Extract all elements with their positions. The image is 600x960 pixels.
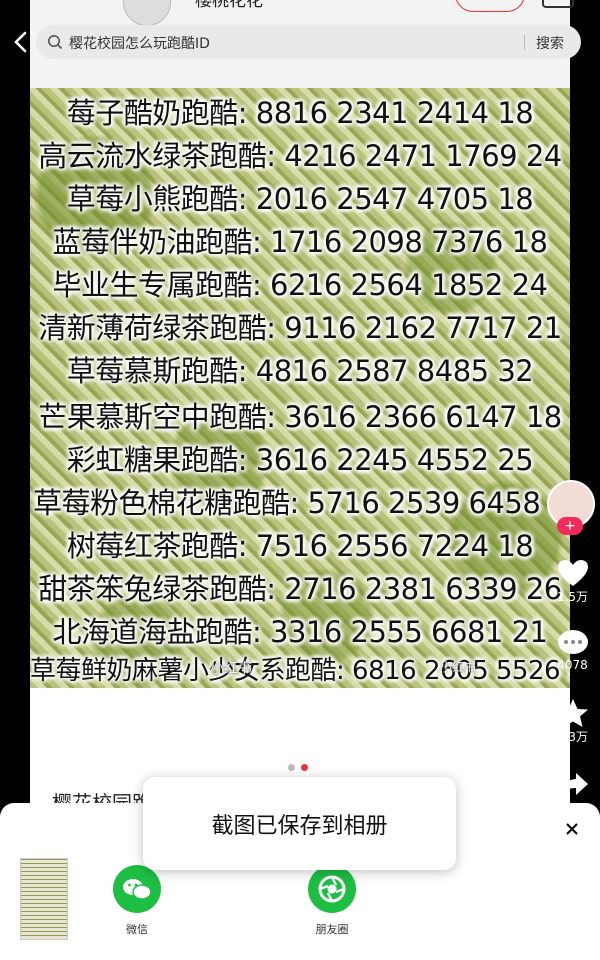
search-icon xyxy=(48,35,63,50)
code-line: 蓝莓伴奶油跑酷: 1716 2098 7376 18 xyxy=(52,225,548,259)
search-bar[interactable]: 樱花校园怎么玩跑酷ID 搜索 xyxy=(36,25,581,59)
code-line: 草莓小熊跑酷: 2016 2547 4705 18 xyxy=(66,182,534,216)
code-line: 莓子酷奶跑酷: 8816 2341 2414 18 xyxy=(66,96,534,130)
search-divider xyxy=(524,35,525,50)
screenshot-thumbnail[interactable] xyxy=(20,858,68,940)
watermark-right: 小红书 xyxy=(440,660,477,674)
back-button[interactable] xyxy=(10,28,32,56)
share-target-wechat[interactable]: 微信 xyxy=(107,865,167,937)
wechat-icon xyxy=(113,865,161,913)
close-button[interactable] xyxy=(562,821,582,841)
comment-button[interactable]: 4078 xyxy=(545,628,600,672)
code-line: 彩虹糖果跑酷: 3616 2245 4552 25 xyxy=(66,443,534,477)
code-line: 清新薄荷绿茶跑酷: 9116 2162 7717 21 xyxy=(38,311,562,345)
favorite-count: 1.3万 xyxy=(556,730,589,744)
post-image[interactable]: 莓子酷奶跑酷: 8816 2341 2414 18 高云流水绿茶跑酷: 4216… xyxy=(30,88,570,688)
toast-message: 截图已保存到相册 xyxy=(211,814,388,839)
comment-icon xyxy=(557,630,588,654)
code-line: 芒果慕斯空中跑酷: 3616 2366 6147 18 xyxy=(38,400,562,434)
share-target-moments[interactable]: 朋友圈 xyxy=(302,865,362,937)
follow-plus-button[interactable]: + xyxy=(557,517,583,535)
moments-icon xyxy=(308,865,356,913)
share-icon[interactable] xyxy=(542,0,574,8)
search-input[interactable]: 樱花校园怎么玩跑酷ID xyxy=(69,33,210,53)
code-line: 树莓红茶跑酷: 7516 2556 7224 18 xyxy=(66,529,534,563)
toast-notification: 截图已保存到相册 xyxy=(143,777,456,870)
code-line: 高云流水绿茶跑酷: 4216 2471 1769 24 xyxy=(38,139,562,173)
follow-button[interactable] xyxy=(455,0,525,12)
carousel-indicator xyxy=(288,756,314,775)
code-line: 甜茶笨兔绿茶跑酷: 2716 2381 6339 26 xyxy=(38,572,562,606)
watermark: 小红书 xyxy=(210,661,252,677)
chevron-left-icon xyxy=(14,31,27,53)
share-target-label: 微信 xyxy=(126,923,148,936)
like-count: 1.5万 xyxy=(556,590,589,604)
code-line: 草莓慕斯跑酷: 4816 2587 8485 32 xyxy=(66,354,534,388)
star-icon xyxy=(557,699,588,727)
comment-count: 4078 xyxy=(557,658,588,672)
close-icon xyxy=(566,823,578,835)
favorite-button[interactable]: 1.3万 xyxy=(545,698,600,745)
forward-button[interactable] xyxy=(545,770,600,800)
forward-icon xyxy=(557,773,588,797)
search-button[interactable]: 搜索 xyxy=(536,33,564,53)
code-line: 草莓粉色棉花糖跑酷: 5716 2539 6458 3 xyxy=(32,486,568,520)
author-name[interactable]: 樱桃花花 xyxy=(195,0,263,11)
carousel-dot-active xyxy=(301,764,308,771)
share-target-label: 朋友圈 xyxy=(315,923,349,936)
heart-icon xyxy=(557,560,588,586)
code-line: 北海道海盐跑酷: 3316 2555 6681 21 xyxy=(52,615,548,649)
code-line: 草莓鲜奶麻薯小少女系跑酷: 6816 2605 5526 27 xyxy=(30,656,570,686)
code-line: 毕业生专属跑酷: 6216 2564 1852 24 xyxy=(52,268,548,302)
like-button[interactable]: 1.5万 xyxy=(545,558,600,605)
carousel-dot xyxy=(288,764,295,771)
